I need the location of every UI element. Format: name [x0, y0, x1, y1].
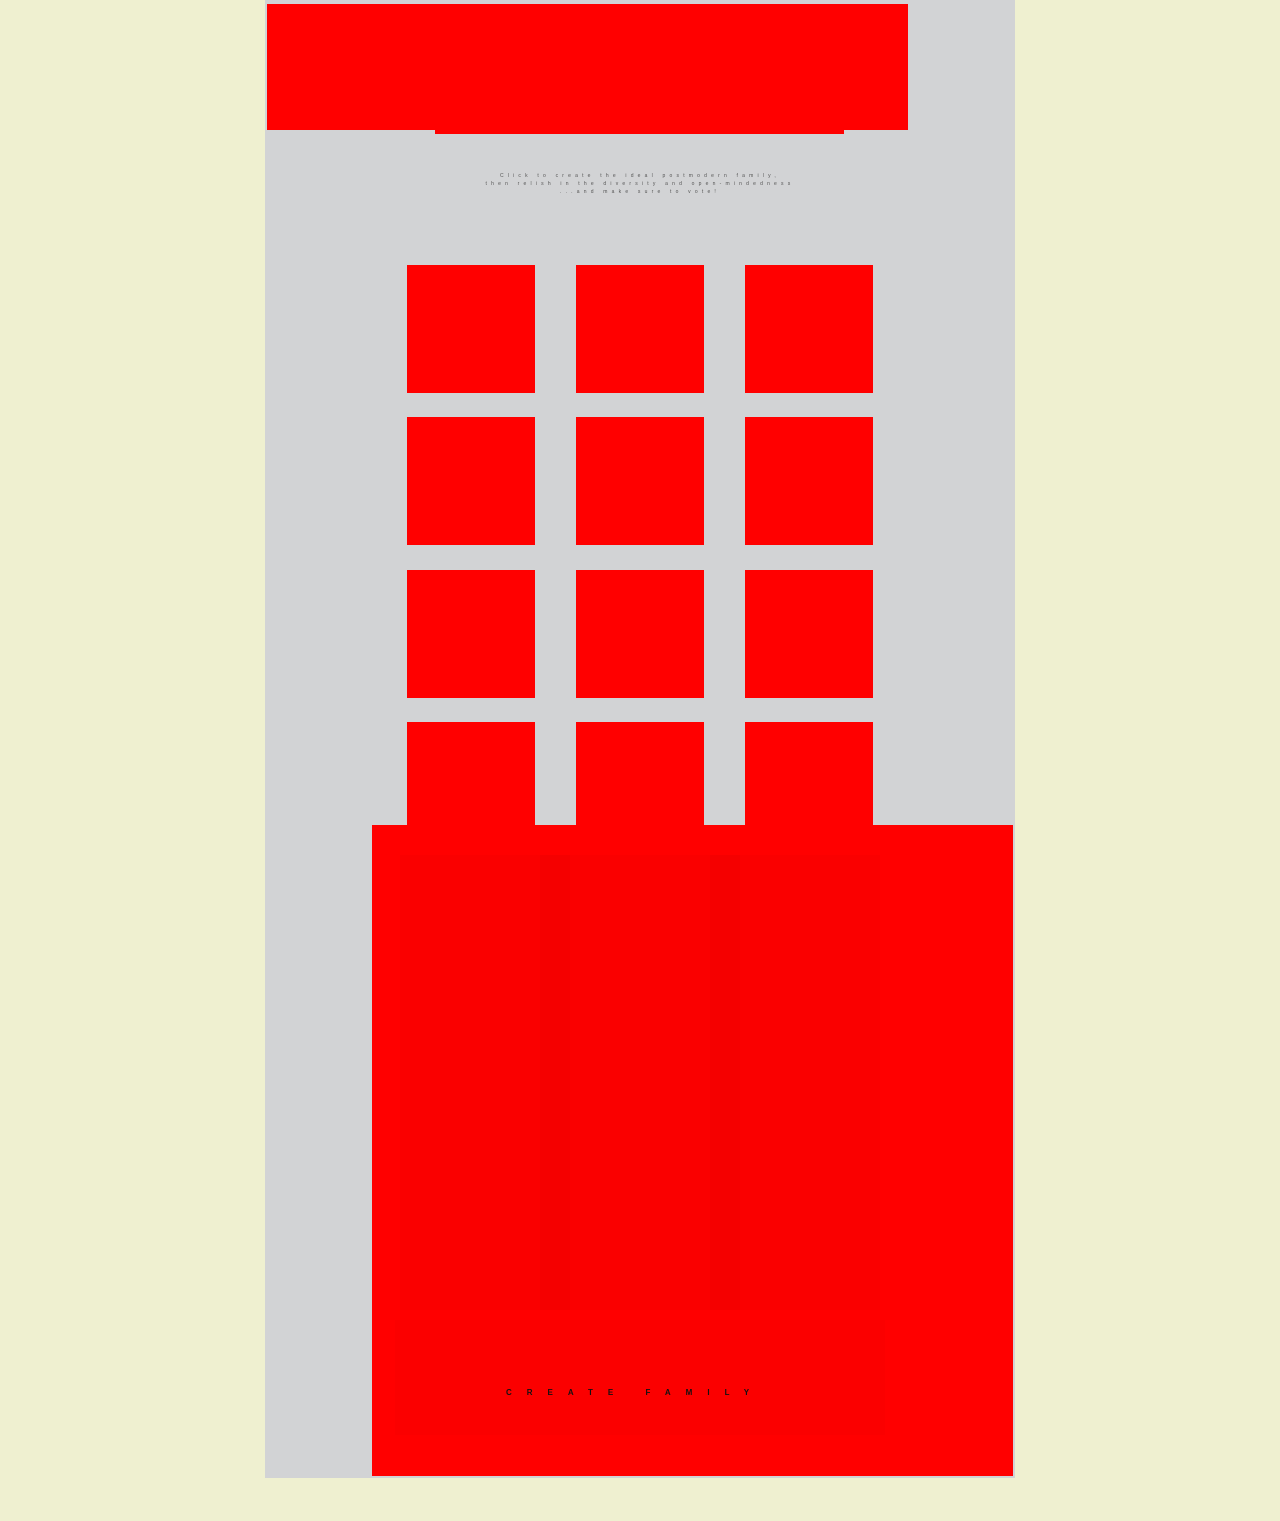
family-member-tile[interactable]	[576, 265, 704, 393]
family-member-tile[interactable]	[745, 570, 873, 698]
overlay-column-divider	[710, 855, 740, 1310]
intro-line-3: ...and make sure to vote!	[559, 189, 721, 195]
intro-text: Click to create the ideal postmodern fam…	[420, 172, 860, 196]
family-member-tile[interactable]	[745, 417, 873, 545]
family-member-tile[interactable]	[407, 722, 535, 832]
family-member-tile[interactable]	[407, 570, 535, 698]
overlay-button-region	[395, 1320, 885, 1435]
intro-line-2: then relish in the diversity and open-mi…	[485, 181, 795, 187]
create-family-button[interactable]: CREATE FAMILY	[455, 1380, 815, 1404]
header-banner-tab	[435, 128, 844, 134]
header-banner	[267, 4, 908, 130]
family-member-tile[interactable]	[407, 417, 535, 545]
family-member-tile[interactable]	[745, 722, 873, 832]
family-member-tile[interactable]	[576, 570, 704, 698]
overlay-inner-region	[400, 855, 880, 1310]
family-member-tile[interactable]	[576, 722, 704, 832]
overlay-column-divider	[540, 855, 570, 1310]
family-member-tile[interactable]	[576, 417, 704, 545]
family-member-tile[interactable]	[407, 265, 535, 393]
intro-line-1: Click to create the ideal postmodern fam…	[499, 173, 781, 179]
family-member-tile[interactable]	[745, 265, 873, 393]
